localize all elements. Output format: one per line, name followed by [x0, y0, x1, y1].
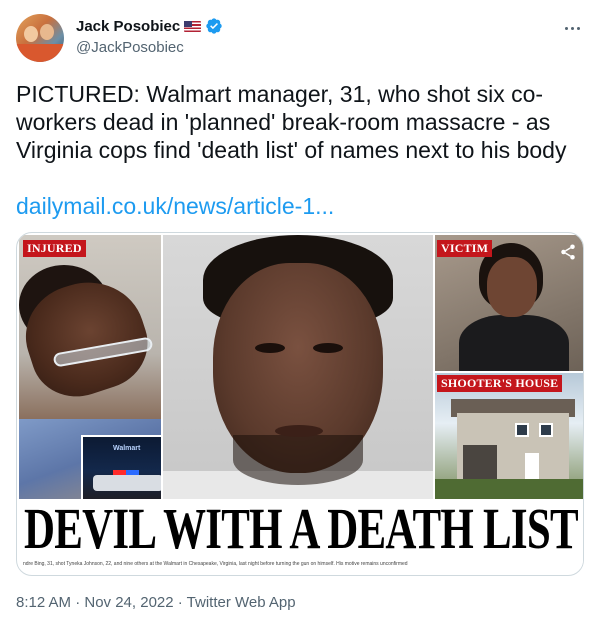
image-caption: ndre Bing, 31, shot Tyneka Johnson, 22, …	[23, 561, 408, 567]
victim-label: VICTIM	[437, 240, 493, 257]
author-display-name[interactable]: Jack Posobiec	[76, 18, 180, 35]
police-scene-inset: Walmart	[81, 435, 161, 499]
shooter-photo	[163, 235, 433, 499]
more-options-icon[interactable]	[560, 18, 584, 38]
tweet-timestamp[interactable]: 8:12 AM · Nov 24, 2022 · Twitter Web App	[16, 594, 296, 611]
author-avatar[interactable]	[16, 14, 64, 62]
victim-photo: VICTIM	[435, 235, 583, 371]
verified-badge-icon	[205, 17, 223, 35]
author-handle[interactable]: @JackPosobiec	[76, 39, 184, 56]
walmart-sign: Walmart	[113, 445, 141, 452]
shooters-house-label: SHOOTER'S HOUSE	[437, 375, 563, 392]
injured-label: INJURED	[23, 240, 86, 257]
injured-photo: Walmart INJURED	[19, 235, 161, 499]
image-headline: DEVIL WITH A DEATH LIST	[23, 499, 579, 561]
tweet-media-image[interactable]: Walmart INJURED VICTIM SHOOTER'S HOUSE D…	[16, 232, 584, 576]
us-flag-icon	[184, 20, 202, 32]
tweet-link[interactable]: dailymail.co.uk/news/article-1...	[16, 192, 334, 220]
headline-bar: DEVIL WITH A DEATH LIST ndre Bing, 31, s…	[19, 499, 583, 569]
tweet-header: Jack Posobiec @JackPosobiec	[16, 12, 584, 62]
tweet-text: PICTURED: Walmart manager, 31, who shot …	[16, 81, 567, 163]
share-icon[interactable]	[559, 243, 577, 261]
shooters-house-photo: SHOOTER'S HOUSE	[435, 373, 583, 499]
author-name-row: Jack Posobiec	[76, 17, 223, 35]
